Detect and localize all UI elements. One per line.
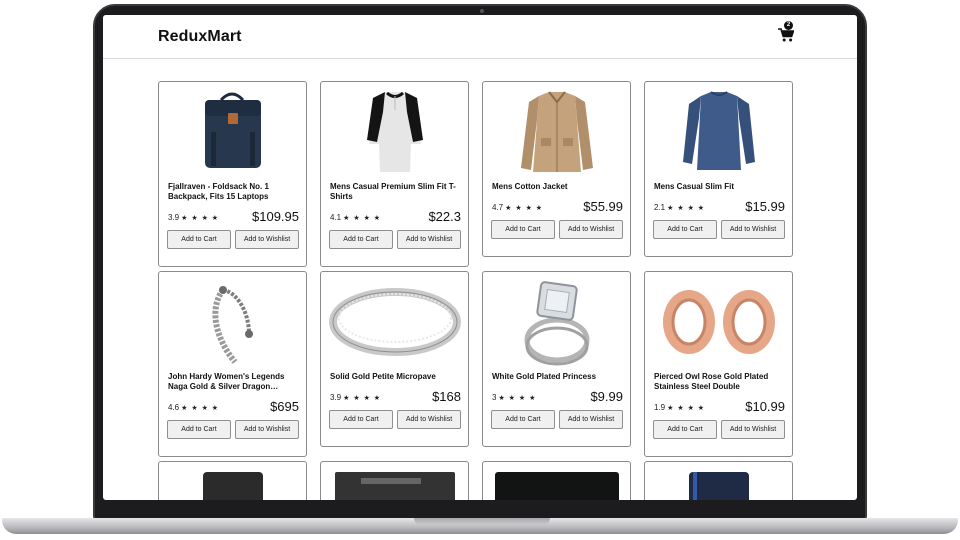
add-to-wishlist-button[interactable]: Add to Wishlist (559, 410, 623, 429)
product-card[interactable]: Fjallraven - Foldsack No. 1 Backpack, Fi… (158, 81, 307, 267)
card-actions: Add to Cart Add to Wishlist (653, 420, 785, 439)
star-rating-icon: ★ ★ ★ ★ (667, 205, 706, 212)
product-title[interactable]: Mens Casual Slim Fit (654, 182, 786, 192)
rating-price-row: 3.9 ★ ★ ★ ★ $109.95 (168, 209, 299, 225)
dragon-bracelet-image (212, 286, 253, 364)
product-price: $10.99 (745, 399, 785, 414)
add-to-cart-button[interactable]: Add to Cart (653, 220, 717, 239)
add-to-wishlist-button[interactable]: Add to Wishlist (721, 220, 785, 239)
product-card[interactable] (482, 461, 631, 500)
product-price: $15.99 (745, 199, 785, 214)
add-to-cart-button[interactable]: Add to Cart (491, 410, 555, 429)
ssd-image (335, 472, 455, 500)
browser-viewport: ReduxMart 2 Fjallraven - Foldsack No. 1 … (103, 15, 857, 500)
product-price: $22.3 (428, 209, 461, 224)
product-card[interactable] (320, 461, 469, 500)
app-header: ReduxMart 2 (103, 15, 857, 59)
add-to-wishlist-button[interactable]: Add to Wishlist (559, 220, 623, 239)
add-to-cart-button[interactable]: Add to Cart (167, 230, 231, 249)
rating-price-row: 3.9 ★ ★ ★ ★ $168 (330, 389, 461, 405)
card-actions: Add to Cart Add to Wishlist (167, 230, 299, 249)
monitor-image (495, 472, 619, 500)
cart-button[interactable]: 2 (777, 21, 797, 43)
add-to-cart-button[interactable]: Add to Cart (329, 410, 393, 429)
product-price: $9.99 (590, 389, 623, 404)
micropave-ring-image (329, 288, 461, 356)
add-to-cart-button[interactable]: Add to Cart (653, 420, 717, 439)
product-price: $109.95 (252, 209, 299, 224)
shopping-cart-icon (778, 28, 794, 42)
product-title[interactable]: White Gold Plated Princess (492, 372, 624, 382)
add-to-wishlist-button[interactable]: Add to Wishlist (397, 230, 461, 249)
add-to-cart-button[interactable]: Add to Cart (167, 420, 231, 439)
rating-price-row: 3 ★ ★ ★ ★ $9.99 (492, 389, 623, 405)
product-title[interactable]: Solid Gold Petite Micropave (330, 372, 462, 382)
add-to-wishlist-button[interactable]: Add to Wishlist (235, 230, 299, 249)
backpack-image (205, 92, 261, 168)
product-card[interactable]: Mens Casual Slim Fit 2.1 ★ ★ ★ ★ $15.99 A… (644, 81, 793, 257)
rating: 3.9 ★ ★ ★ ★ (168, 213, 220, 222)
product-card[interactable]: Pierced Owl Rose Gold Plated Stainless S… (644, 271, 793, 457)
product-card[interactable]: White Gold Plated Princess 3 ★ ★ ★ ★ $9.9… (482, 271, 631, 447)
raglan-tshirt-image (367, 91, 423, 172)
webcam-icon (480, 9, 484, 13)
rose-gold-plugs-image (663, 290, 775, 354)
product-price: $695 (270, 399, 299, 414)
rating-price-row: 4.6 ★ ★ ★ ★ $695 (168, 399, 299, 415)
product-card[interactable]: John Hardy Women's Legends Naga Gold & S… (158, 271, 307, 457)
add-to-cart-button[interactable]: Add to Cart (329, 230, 393, 249)
add-to-wishlist-button[interactable]: Add to Wishlist (235, 420, 299, 439)
product-price: $168 (432, 389, 461, 404)
brand-logo[interactable]: ReduxMart (158, 28, 242, 46)
rating: 4.7 ★ ★ ★ ★ (492, 203, 544, 212)
rating: 3 ★ ★ ★ ★ (492, 393, 537, 402)
long-sleeve-shirt-image (683, 91, 755, 170)
product-title[interactable]: Fjallraven - Foldsack No. 1 Backpack, Fi… (168, 182, 300, 202)
add-to-cart-button[interactable]: Add to Cart (491, 220, 555, 239)
rating-price-row: 4.1 ★ ★ ★ ★ $22.3 (330, 209, 461, 225)
rating: 1.9 ★ ★ ★ ★ (654, 403, 706, 412)
star-rating-icon: ★ ★ ★ ★ (343, 215, 382, 222)
laptop-notch (414, 518, 550, 525)
star-rating-icon: ★ ★ ★ ★ (498, 395, 537, 402)
card-actions: Add to Cart Add to Wishlist (491, 220, 623, 239)
cotton-jacket-image (521, 91, 593, 172)
product-card[interactable]: Mens Cotton Jacket 4.7 ★ ★ ★ ★ $55.99 Add… (482, 81, 631, 257)
card-actions: Add to Cart Add to Wishlist (329, 230, 461, 249)
star-rating-icon: ★ ★ ★ ★ (667, 405, 706, 412)
rating-price-row: 1.9 ★ ★ ★ ★ $10.99 (654, 399, 785, 415)
hard-drive-blue-image (689, 472, 749, 500)
star-rating-icon: ★ ★ ★ ★ (505, 205, 544, 212)
product-title[interactable]: Pierced Owl Rose Gold Plated Stainless S… (654, 372, 786, 392)
product-title[interactable]: Mens Cotton Jacket (492, 182, 624, 192)
card-actions: Add to Cart Add to Wishlist (329, 410, 461, 429)
product-card[interactable] (644, 461, 793, 500)
product-card[interactable] (158, 461, 307, 500)
laptop-base (2, 518, 958, 534)
rating: 4.1 ★ ★ ★ ★ (330, 213, 382, 222)
rating: 3.9 ★ ★ ★ ★ (330, 393, 382, 402)
rating: 4.6 ★ ★ ★ ★ (168, 403, 220, 412)
star-rating-icon: ★ ★ ★ ★ (181, 215, 220, 222)
hard-drive-image (203, 472, 263, 500)
rating-price-row: 4.7 ★ ★ ★ ★ $55.99 (492, 199, 623, 215)
princess-ring-image (524, 281, 590, 366)
rating: 2.1 ★ ★ ★ ★ (654, 203, 706, 212)
product-card[interactable]: Solid Gold Petite Micropave 3.9 ★ ★ ★ ★ $… (320, 271, 469, 447)
rating-price-row: 2.1 ★ ★ ★ ★ $15.99 (654, 199, 785, 215)
add-to-wishlist-button[interactable]: Add to Wishlist (397, 410, 461, 429)
star-rating-icon: ★ ★ ★ ★ (343, 395, 382, 402)
cart-count-badge: 2 (784, 21, 793, 30)
product-price: $55.99 (583, 199, 623, 214)
card-actions: Add to Cart Add to Wishlist (653, 220, 785, 239)
product-title[interactable]: John Hardy Women's Legends Naga Gold & S… (168, 372, 300, 392)
add-to-wishlist-button[interactable]: Add to Wishlist (721, 420, 785, 439)
star-rating-icon: ★ ★ ★ ★ (181, 405, 220, 412)
product-card[interactable]: Mens Casual Premium Slim Fit T-Shirts 4.… (320, 81, 469, 267)
card-actions: Add to Cart Add to Wishlist (167, 420, 299, 439)
card-actions: Add to Cart Add to Wishlist (491, 410, 623, 429)
product-title[interactable]: Mens Casual Premium Slim Fit T-Shirts (330, 182, 462, 202)
